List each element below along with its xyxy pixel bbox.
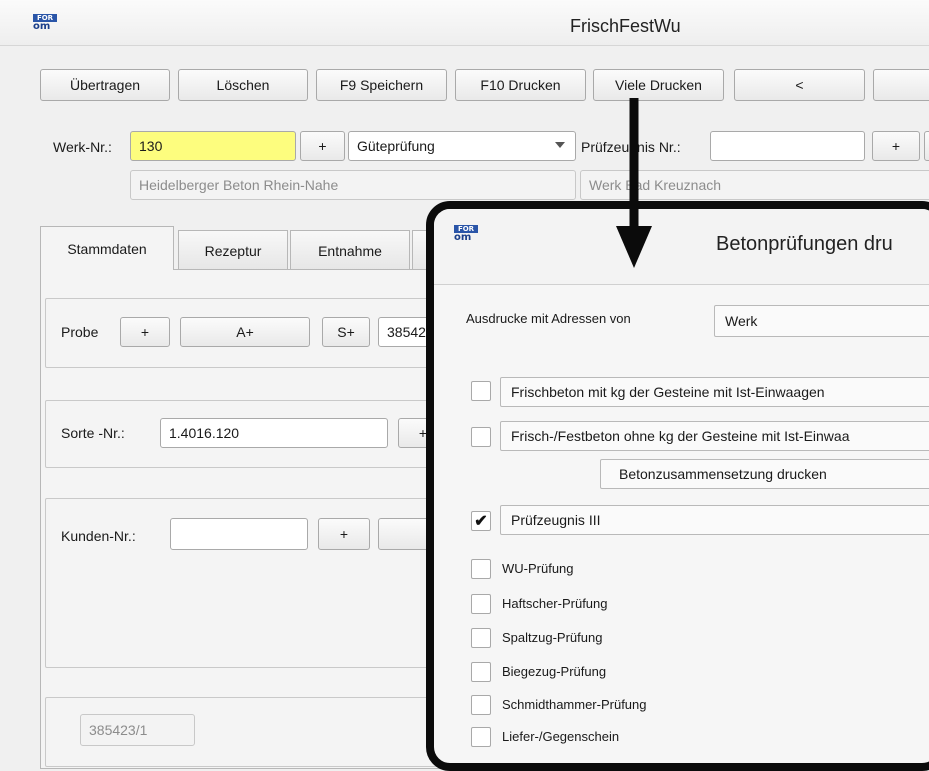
dialog-title: Betonprüfungen dru: [716, 233, 893, 255]
option-frischbeton: Frischbeton mit kg der Gesteine mit Ist-…: [500, 377, 929, 407]
sorte-label: Sorte -Nr.:: [61, 425, 125, 441]
test-checkbox-wu[interactable]: [471, 559, 491, 579]
next-button[interactable]: [873, 69, 929, 101]
werk-number-input[interactable]: 130: [130, 131, 296, 161]
tab-stammdaten[interactable]: Stammdaten: [40, 226, 174, 270]
form-icon: FOR om: [33, 14, 57, 32]
dialog-form-icon: FOR om: [454, 225, 478, 243]
kunden-add-button[interactable]: +: [318, 518, 370, 550]
delete-button[interactable]: Löschen: [178, 69, 308, 101]
test-label-haftscher: Haftscher-Prüfung: [502, 596, 608, 611]
window-title: FrischFestWu: [570, 16, 681, 36]
pruefzeugnis-input[interactable]: [710, 131, 865, 161]
test-label-spaltzug: Spaltzug-Prüfung: [502, 630, 603, 645]
test-label-wu: WU-Prüfung: [502, 561, 574, 576]
sorte-number-input[interactable]: 1.4016.120: [160, 418, 388, 448]
werk-add-button[interactable]: +: [300, 131, 345, 161]
option-checkbox-pruefzeugnis[interactable]: ✔: [471, 511, 491, 531]
test-label-lieferschein: Liefer-/Gegenschein: [502, 729, 620, 744]
pruefzeugnis-extra-button[interactable]: [924, 131, 929, 161]
probe-add-button[interactable]: +: [120, 317, 170, 347]
test-checkbox-haftscher[interactable]: [471, 594, 491, 614]
test-checkbox-lieferschein[interactable]: [471, 727, 491, 747]
werk-name-field: Heidelberger Beton Rhein-Nahe: [130, 170, 576, 200]
probe-label: Probe: [61, 324, 99, 340]
test-checkbox-schmidthammer[interactable]: [471, 695, 491, 715]
option-festbeton: Frisch-/Festbeton ohne kg der Gesteine m…: [500, 421, 929, 451]
composition-print-button[interactable]: Betonzusammensetzung drucken: [600, 459, 929, 489]
pruefzeugnis-add-button[interactable]: +: [872, 131, 920, 161]
dropdown-arrow-icon: [555, 142, 565, 148]
address-select[interactable]: Werk: [714, 305, 929, 337]
print-button[interactable]: F10 Drucken: [455, 69, 586, 101]
option-checkbox-frischbeton[interactable]: [471, 381, 491, 401]
transfer-button[interactable]: Übertragen: [40, 69, 170, 101]
address-label: Ausdrucke mit Adressen von: [466, 311, 631, 326]
print-many-button[interactable]: Viele Drucken: [593, 69, 724, 101]
record-id-field: 385423/1: [80, 714, 195, 746]
option-pruefzeugnis: Prüfzeugnis III: [500, 505, 929, 535]
tab-rezeptur[interactable]: Rezeptur: [178, 230, 288, 270]
test-checkbox-biegezug[interactable]: [471, 662, 491, 682]
test-type-select[interactable]: Güteprüfung: [348, 131, 576, 161]
test-label-biegezug: Biegezug-Prüfung: [502, 664, 607, 679]
werk-label: Werk-Nr.:: [53, 139, 112, 155]
tab-entnahme[interactable]: Entnahme: [290, 230, 410, 270]
probe-a-plus-button[interactable]: A+: [180, 317, 310, 347]
option-checkbox-festbeton[interactable]: [471, 427, 491, 447]
save-button[interactable]: F9 Speichern: [316, 69, 447, 101]
kunden-label: Kunden-Nr.:: [61, 528, 136, 544]
test-type-value: Güteprüfung: [357, 138, 435, 154]
probe-s-plus-button[interactable]: S+: [322, 317, 370, 347]
print-dialog: FOR om Betonprüfungen dru Ausdrucke mit A…: [426, 201, 929, 771]
kunden-number-input[interactable]: [170, 518, 308, 550]
test-checkbox-spaltzug[interactable]: [471, 628, 491, 648]
title-bar: [0, 0, 929, 46]
test-label-schmidthammer: Schmidthammer-Prüfung: [502, 697, 647, 712]
previous-button[interactable]: <: [734, 69, 865, 101]
annotation-arrow: [616, 98, 652, 268]
